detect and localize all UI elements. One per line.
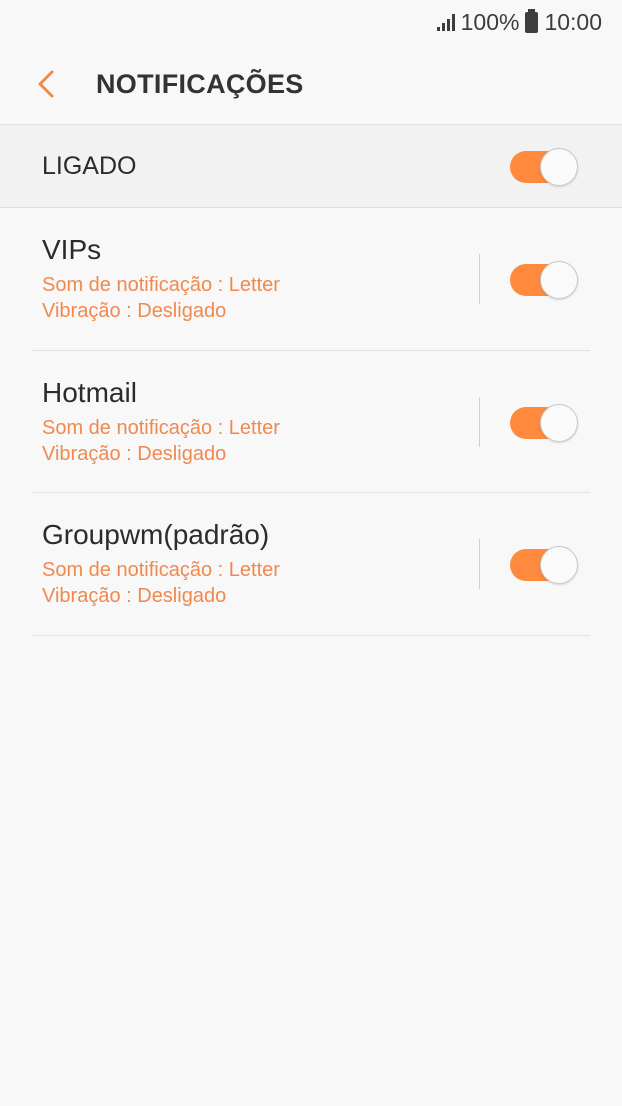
account-sound: Som de notificação : Letter — [42, 416, 280, 439]
notifications-screen: 100% 10:00 NOTIFICAÇÕES LIGADO VIPs Som … — [0, 0, 622, 1106]
vertical-divider — [479, 254, 480, 305]
account-item-groupwm[interactable]: Groupwm(padrão) Som de notificação : Let… — [0, 493, 622, 636]
account-controls — [479, 254, 578, 305]
battery-percent: 100% — [460, 8, 520, 35]
toggle-knob — [540, 261, 578, 300]
back-button[interactable] — [0, 44, 96, 124]
account-text: Hotmail Som de notificação : Letter Vibr… — [42, 377, 280, 467]
account-controls — [479, 396, 578, 447]
toggle-knob — [540, 403, 578, 442]
page-title: NOTIFICAÇÕES — [96, 68, 304, 99]
clock: 10:00 — [544, 8, 602, 35]
chevron-left-icon — [38, 70, 54, 98]
account-vibration: Vibração : Desligado — [42, 585, 227, 608]
account-sound: Som de notificação : Letter — [42, 274, 280, 297]
account-item-hotmail[interactable]: Hotmail Som de notificação : Letter Vibr… — [0, 351, 622, 494]
master-toggle[interactable] — [510, 148, 578, 186]
battery-icon — [525, 8, 539, 33]
master-switch-row[interactable]: LIGADO — [0, 124, 622, 208]
app-header: NOTIFICAÇÕES — [0, 44, 622, 124]
account-controls — [479, 539, 578, 590]
account-list: VIPs Som de notificação : Letter Vibraçã… — [0, 208, 622, 636]
status-bar: 100% 10:00 — [0, 0, 622, 44]
toggle-knob — [540, 546, 578, 585]
account-name: Groupwm(padrão) — [42, 519, 270, 551]
toggle-knob — [540, 148, 578, 186]
account-vibration: Vibração : Desligado — [42, 442, 227, 465]
account-vibration: Vibração : Desligado — [42, 300, 227, 323]
signal-icon — [436, 13, 455, 31]
account-sound: Som de notificação : Letter — [42, 559, 280, 582]
master-switch-label: LIGADO — [42, 151, 137, 180]
account-toggle-vips[interactable] — [510, 261, 578, 300]
account-text: VIPs Som de notificação : Letter Vibraçã… — [42, 234, 280, 324]
account-toggle-groupwm[interactable] — [510, 546, 578, 585]
account-text: Groupwm(padrão) Som de notificação : Let… — [42, 519, 280, 609]
vertical-divider — [479, 396, 480, 447]
account-name: Hotmail — [42, 376, 137, 408]
account-toggle-hotmail[interactable] — [510, 403, 578, 442]
vertical-divider — [479, 539, 480, 590]
account-item-vips[interactable]: VIPs Som de notificação : Letter Vibraçã… — [0, 208, 622, 351]
account-name: VIPs — [42, 234, 102, 266]
